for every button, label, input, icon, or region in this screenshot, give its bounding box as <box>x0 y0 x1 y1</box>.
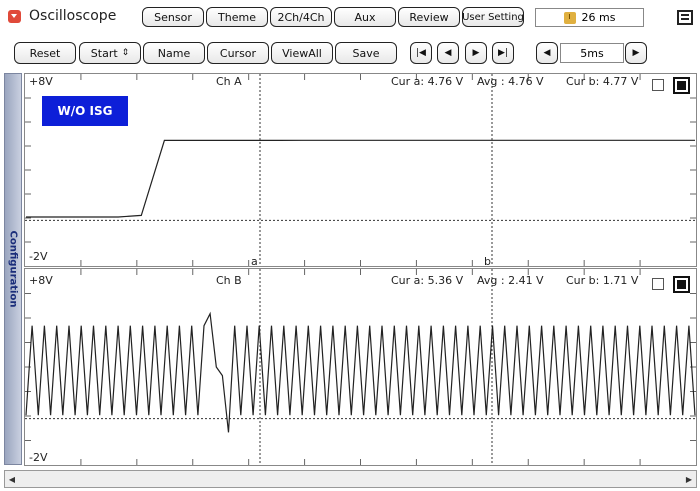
channel-b-cursor-b-value: Cur b: 1.71 V <box>566 274 639 287</box>
channel-a-color-icon[interactable] <box>673 77 690 94</box>
previous-icon[interactable]: ◀ <box>437 42 459 64</box>
channel-b-cursor-a-value: Cur a: 5.36 V <box>391 274 464 287</box>
save-button[interactable]: Save <box>335 42 397 64</box>
channel-b-average-value: Avg : 2.41 V <box>477 274 544 287</box>
stepper-icon: ⇕ <box>121 48 130 58</box>
channel-b-checkbox[interactable] <box>652 278 664 290</box>
time-per-div-field[interactable]: 5ms <box>560 43 624 63</box>
time-readout-value: 26 ms <box>581 11 616 24</box>
next-icon[interactable]: ▶ <box>465 42 487 64</box>
channel-a-name: Ch A <box>216 75 242 88</box>
title-bar: Oscilloscope Sensor Theme 2Ch/4Ch Aux Re… <box>0 0 700 38</box>
channel-a-trace <box>26 139 695 218</box>
time-increase-icon[interactable]: ▶ <box>625 42 647 64</box>
channel-a-cursor-b-value: Cur b: 4.77 V <box>566 75 639 88</box>
theme-button[interactable]: Theme <box>206 7 268 27</box>
name-button[interactable]: Name <box>143 42 205 64</box>
last-page-icon[interactable]: ▶| <box>492 42 514 64</box>
channel-b-name: Ch B <box>216 274 242 287</box>
review-button[interactable]: Review <box>398 7 460 27</box>
channel-b-top-label: +8V <box>29 274 53 287</box>
window-menu-icon[interactable] <box>677 10 693 25</box>
scroll-left-icon[interactable]: ◀ <box>6 473 18 485</box>
cursor-a-marker: a <box>251 255 258 268</box>
app-menu-icon[interactable] <box>8 10 21 23</box>
channel-a-bottom-label: -2V <box>29 250 48 263</box>
channel-b-panel: +8V Ch B Cur a: 5.36 V Avg : 2.41 V Cur … <box>24 268 697 466</box>
user-setting-button[interactable]: User Setting <box>462 7 524 27</box>
channel-a-checkbox[interactable] <box>652 79 664 91</box>
channel-b-color-icon[interactable] <box>673 276 690 293</box>
cursor-b-marker: b <box>484 255 491 268</box>
channel-b-bottom-label: -2V <box>29 451 48 464</box>
start-button[interactable]: Start ⇕ <box>79 42 141 64</box>
sensor-button[interactable]: Sensor <box>142 7 204 27</box>
aux-button[interactable]: Aux <box>334 7 396 27</box>
channel-b-trace <box>25 311 696 433</box>
first-page-icon[interactable]: |◀ <box>410 42 432 64</box>
time-decrease-icon[interactable]: ◀ <box>536 42 558 64</box>
channel-b-plot <box>25 269 696 465</box>
configuration-label: Configuration <box>7 230 19 308</box>
start-button-label: Start <box>90 46 118 60</box>
channel-a-cursor-a-value: Cur a: 4.76 V <box>391 75 464 88</box>
app-title: Oscilloscope <box>29 8 117 24</box>
cursor-button[interactable]: Cursor <box>207 42 269 64</box>
timer-icon <box>563 11 576 24</box>
channel-a-top-label: +8V <box>29 75 53 88</box>
configuration-tab[interactable]: Configuration <box>4 73 22 465</box>
channel-a-average-value: Avg : 4.76 V <box>477 75 544 88</box>
channels-button[interactable]: 2Ch/4Ch <box>270 7 332 27</box>
horizontal-scrollbar[interactable]: ◀ ▶ <box>4 470 697 488</box>
scroll-right-icon[interactable]: ▶ <box>683 473 695 485</box>
condition-badge: W/O ISG <box>42 96 128 126</box>
viewall-button[interactable]: ViewAll <box>271 42 333 64</box>
channel-a-panel: +8V Ch A Cur a: 4.76 V Avg : 4.76 V Cur … <box>24 73 697 268</box>
reset-button[interactable]: Reset <box>14 42 76 64</box>
time-readout: 26 ms <box>535 8 644 27</box>
